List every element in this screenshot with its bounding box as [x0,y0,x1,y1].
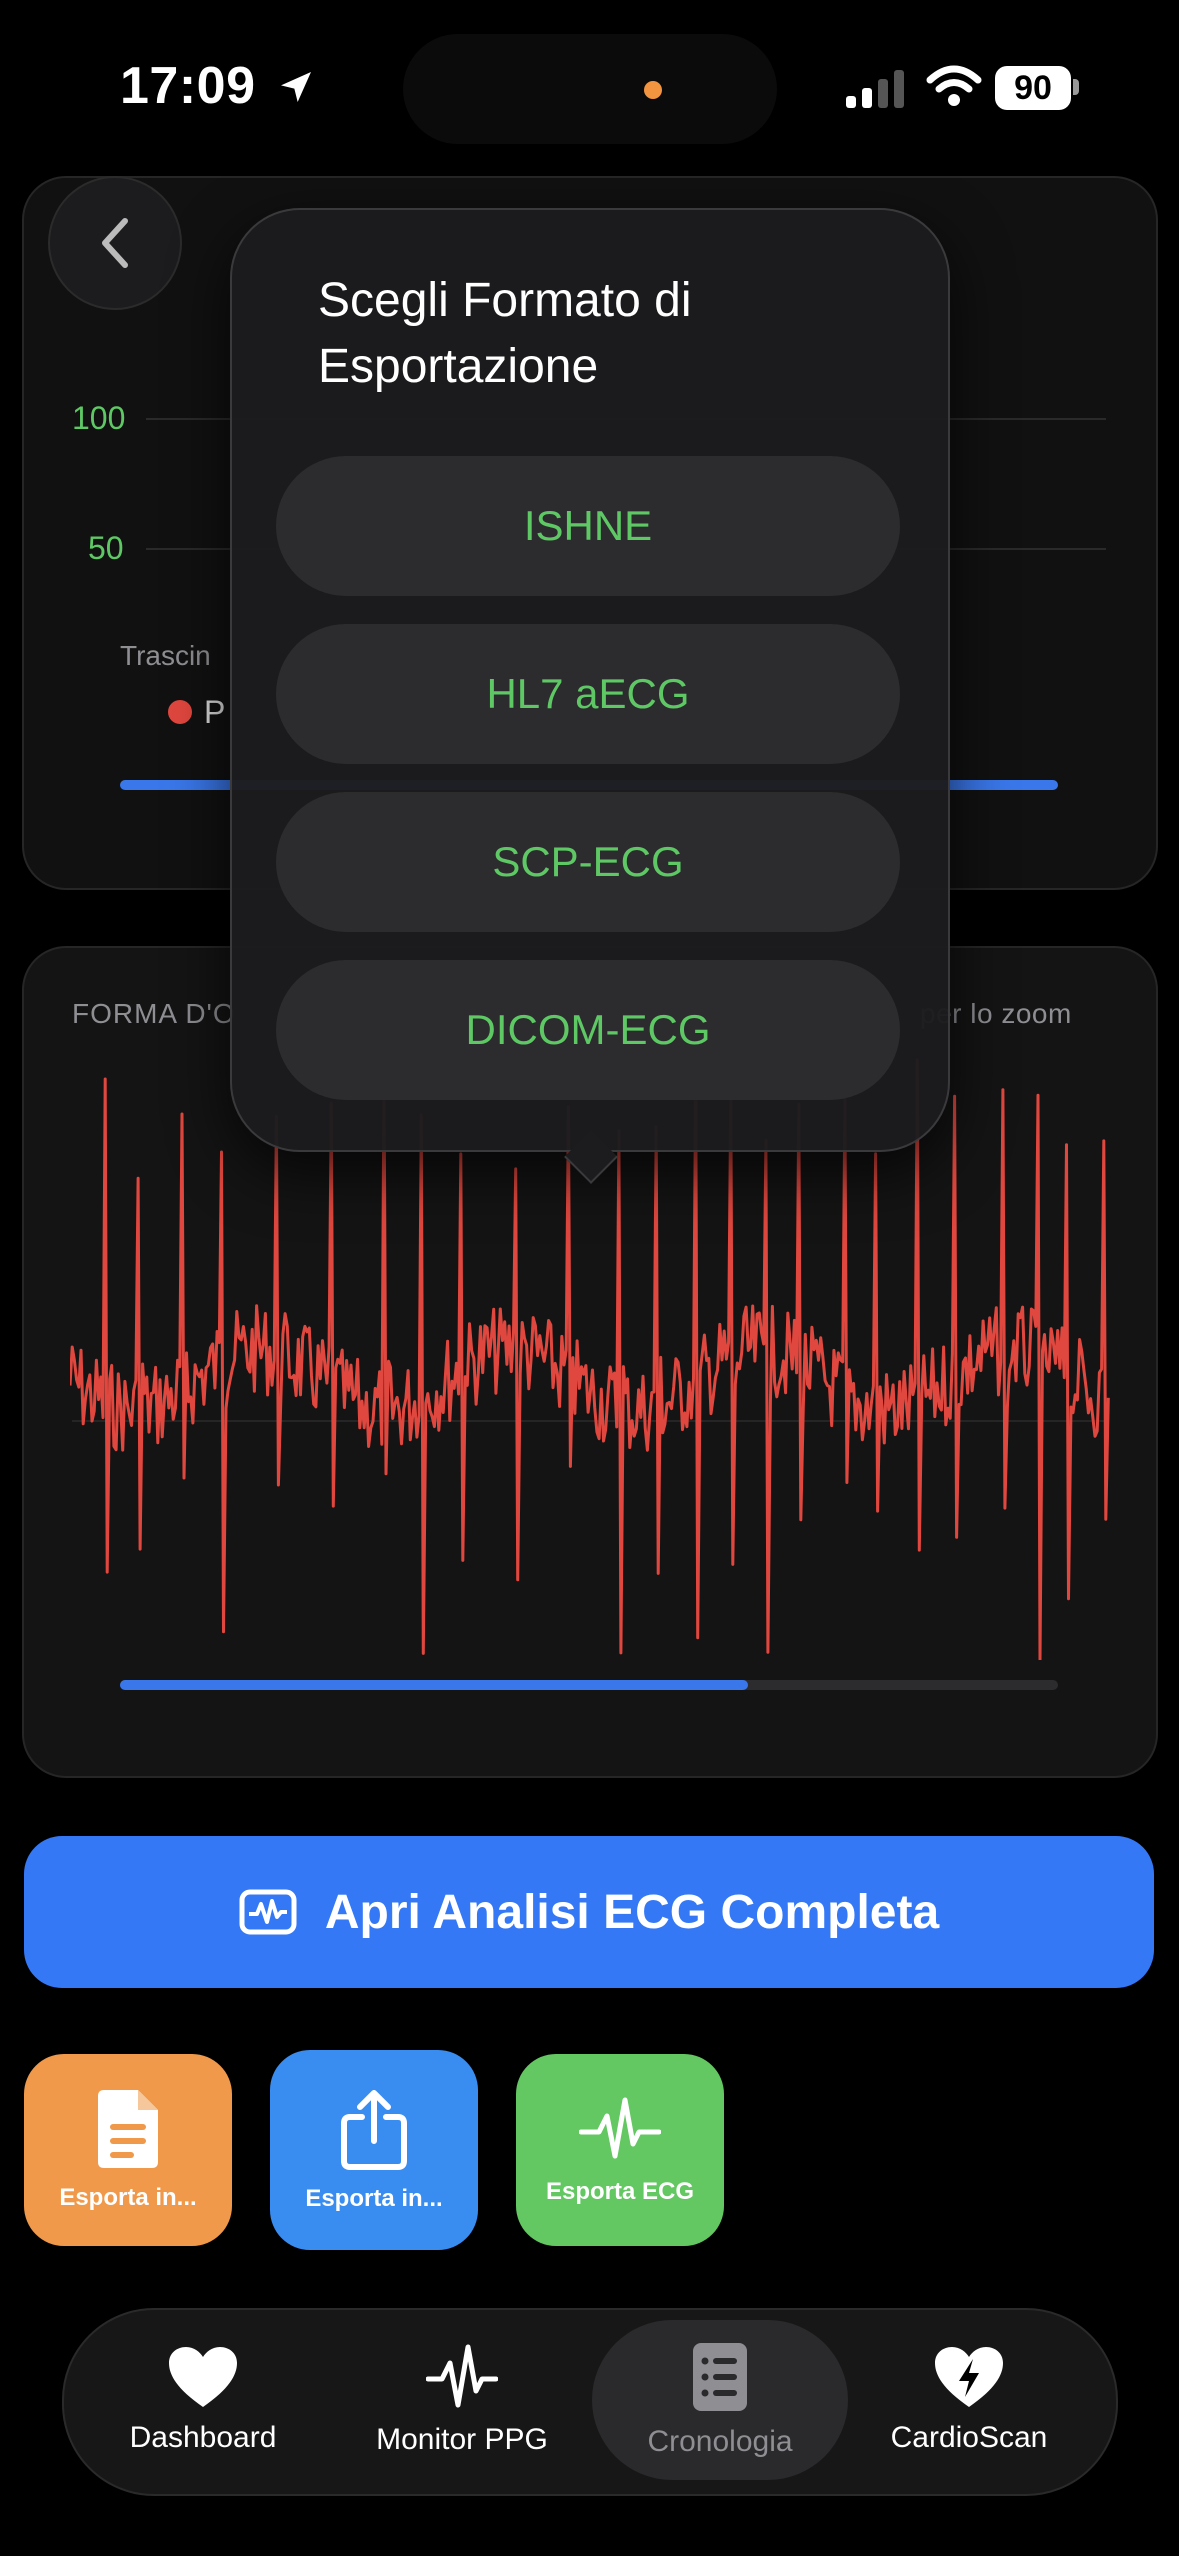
tab-cronologia-label: Cronologia [647,2425,793,2458]
tab-monitor-ppg-label: Monitor PPG [376,2423,548,2456]
open-full-ecg-analysis-button[interactable]: Apri Analisi ECG Completa [24,1836,1154,1988]
battery-indicator: 90 [995,66,1071,110]
back-button[interactable] [48,176,182,310]
cta-label: Apri Analisi ECG Completa [324,1885,940,1939]
y-axis-label-100: 100 [72,400,126,436]
battery-nub [1073,79,1079,95]
waveform-icon [426,2344,498,2408]
heart-bolt-icon [935,2347,1003,2407]
tab-cronologia[interactable]: Cronologia [612,2318,828,2482]
tab-cardioscan-label: CardioScan [890,2421,1048,2454]
chevron-left-icon [102,218,128,268]
waveform-icon [579,2097,661,2159]
dynamic-island [403,34,777,144]
share-icon [341,2090,407,2170]
tab-dashboard[interactable]: Dashboard [100,2318,306,2482]
export-pdf-label: Esporta in... [59,2184,197,2211]
export-share-button[interactable]: Esporta in... [270,2050,478,2250]
location-arrow-icon [281,72,312,102]
legend-label: P [204,694,226,730]
option-ishne[interactable]: ISHNE [276,456,900,596]
ecg-card-title: FORMA D'O [72,998,236,1029]
export-ecg-label: Esporta ECG [545,2178,695,2205]
y-axis-label-50: 50 [88,530,124,566]
document-icon [98,2090,158,2168]
tab-dashboard-label: Dashboard [129,2421,277,2454]
export-ecg-button[interactable]: Esporta ECG [516,2054,724,2246]
signal-icon [846,70,904,108]
status-time: 17:09 [120,56,316,116]
home-indicator [424,2530,754,2540]
option-dicom-ecg[interactable]: DICOM-ECG [276,960,900,1100]
privacy-indicator-dot [644,81,662,99]
tab-cardioscan[interactable]: CardioScan [866,2318,1072,2482]
list-icon [693,2343,747,2411]
drag-hint-text: Trascin [120,640,211,671]
tab-monitor-ppg[interactable]: Monitor PPG [356,2318,568,2482]
wifi-icon [926,65,982,106]
option-hl7-aecg[interactable]: HL7 aECG [276,624,900,764]
export-pdf-button[interactable]: Esporta in... [24,2054,232,2246]
legend-dot [168,700,192,724]
export-share-label: Esporta in... [305,2185,443,2212]
waveform-rect-icon [239,1889,297,1935]
ecg-scroll-thumb[interactable] [120,1680,748,1690]
popup-title: Scegli Formato di Esportazione [318,274,692,393]
heart-icon [169,2347,237,2407]
option-scp-ecg[interactable]: SCP-ECG [276,792,900,932]
